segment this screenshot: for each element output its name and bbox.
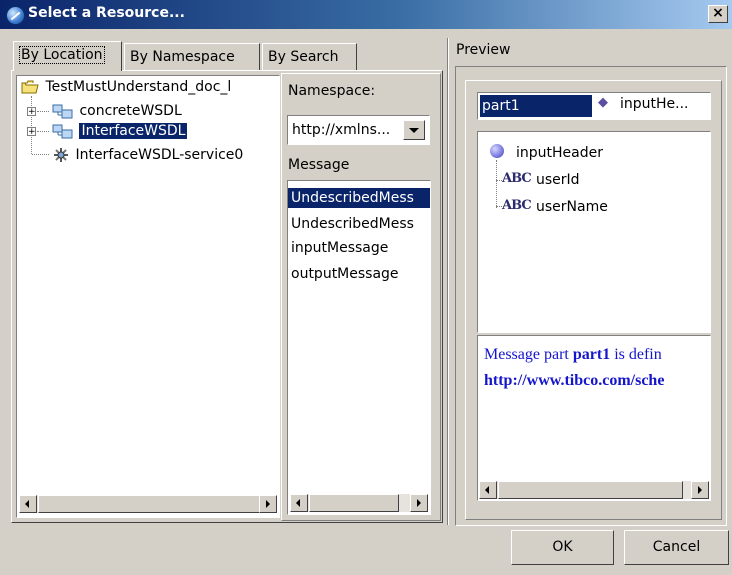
dropdown-button[interactable] xyxy=(403,120,425,140)
part-header[interactable]: part1 ◆ inputHe... xyxy=(477,92,711,120)
tree-item-service[interactable]: InterfaceWSDL-service0 xyxy=(51,146,243,164)
schema-child: userName xyxy=(536,199,608,215)
description-text: is defin xyxy=(610,346,662,363)
tree-item-label: concreteWSDL xyxy=(79,103,182,119)
preview-hscrollbar[interactable] xyxy=(479,481,709,499)
tree-root-label: TestMustUnderstand_doc_l xyxy=(45,79,232,95)
arrow-right-icon xyxy=(417,499,421,507)
tree-item-interfacewsdl[interactable]: InterfaceWSDL xyxy=(51,122,188,140)
string-type-icon: ABC xyxy=(502,171,532,186)
tab-label: By Search xyxy=(268,49,339,65)
ok-button[interactable]: OK xyxy=(511,530,614,565)
chevron-down-icon xyxy=(409,128,419,133)
list-item[interactable]: UndescribedMess xyxy=(288,214,430,234)
schema-root: inputHeader xyxy=(516,145,603,161)
description-line: Message part part1 is defin xyxy=(484,346,662,364)
scroll-thumb[interactable] xyxy=(309,494,399,512)
scroll-left-button[interactable] xyxy=(479,481,497,499)
tree-connector xyxy=(32,154,49,155)
tab-label: By Namespace xyxy=(130,49,235,65)
schema-tree[interactable]: inputHeader ABC userId ABC userName xyxy=(477,131,711,333)
scroll-thumb[interactable] xyxy=(38,495,263,513)
cancel-button[interactable]: Cancel xyxy=(624,530,729,565)
arrow-right-icon xyxy=(698,486,702,494)
app-icon xyxy=(6,6,25,25)
description-part: part1 xyxy=(572,346,611,363)
scroll-right-button[interactable] xyxy=(259,495,277,513)
element-diamond-icon: ◆ xyxy=(598,95,608,110)
arrow-left-icon xyxy=(296,499,300,507)
close-button[interactable]: × xyxy=(708,5,728,23)
wsdl-icon xyxy=(51,102,75,120)
namespace-label: Namespace: xyxy=(288,83,376,99)
tree-item-concretewsdl[interactable]: concreteWSDL xyxy=(51,102,182,120)
tab-by-location[interactable]: By Location xyxy=(13,41,122,71)
pane-divider[interactable] xyxy=(447,38,449,525)
resource-tree[interactable]: TestMustUnderstand_doc_l + concreteWSDL … xyxy=(17,76,279,517)
schema-child: userId xyxy=(536,172,580,188)
string-type-icon: ABC xyxy=(502,198,532,213)
tree-item-label: InterfaceWSDL xyxy=(79,123,188,139)
part-name: part1 xyxy=(480,95,592,117)
tree-connector xyxy=(31,96,32,154)
tab-by-namespace[interactable]: By Namespace xyxy=(124,43,260,71)
resource-tree-frame: TestMustUnderstand_doc_l + concreteWSDL … xyxy=(16,75,280,518)
description-text: Message part xyxy=(484,346,573,363)
expand-toggle[interactable]: + xyxy=(27,127,36,137)
part-element: inputHe... xyxy=(620,96,689,112)
tree-connector xyxy=(37,111,49,112)
expand-toggle[interactable]: + xyxy=(27,107,36,117)
namespace-value: http://xmlns... xyxy=(292,122,391,138)
preview-title: Preview xyxy=(456,42,511,58)
list-item[interactable]: inputMessage xyxy=(288,238,430,258)
folder-icon xyxy=(21,80,39,94)
scroll-left-button[interactable] xyxy=(290,494,308,512)
tree-hscrollbar[interactable] xyxy=(19,495,277,513)
wsdl-icon xyxy=(51,122,75,140)
dialog-window: Select a Resource... × By Location By Na… xyxy=(0,0,732,575)
tab-by-search[interactable]: By Search xyxy=(262,43,357,71)
tab-label: By Location xyxy=(19,46,105,64)
message-hscrollbar[interactable] xyxy=(290,494,428,512)
scroll-thumb[interactable] xyxy=(498,481,683,499)
service-icon xyxy=(51,146,71,164)
scroll-right-button[interactable] xyxy=(691,481,709,499)
scroll-right-button[interactable] xyxy=(410,494,428,512)
description-pane: Message part part1 is defin http://www.t… xyxy=(477,335,711,501)
window-title: Select a Resource... xyxy=(28,5,185,21)
scroll-left-button[interactable] xyxy=(19,495,37,513)
arrow-left-icon xyxy=(485,486,489,494)
title-bar[interactable]: Select a Resource... × xyxy=(0,0,732,29)
namespace-select[interactable]: http://xmlns... xyxy=(287,115,430,145)
list-item[interactable]: UndescribedMess xyxy=(288,188,430,208)
element-circle-icon xyxy=(490,144,504,158)
tree-connector xyxy=(496,160,497,208)
arrow-right-icon xyxy=(266,500,270,508)
tree-connector xyxy=(37,131,49,132)
tree-root[interactable]: TestMustUnderstand_doc_l xyxy=(21,79,231,95)
message-list[interactable]: UndescribedMess UndescribedMess inputMes… xyxy=(288,181,430,514)
namespace-link[interactable]: http://www.tibco.com/sche xyxy=(484,372,664,390)
arrow-left-icon xyxy=(25,500,29,508)
message-list-frame: UndescribedMess UndescribedMess inputMes… xyxy=(287,180,431,515)
list-item[interactable]: outputMessage xyxy=(288,264,430,284)
tree-item-label: InterfaceWSDL-service0 xyxy=(75,147,244,163)
message-label: Message xyxy=(288,157,350,173)
